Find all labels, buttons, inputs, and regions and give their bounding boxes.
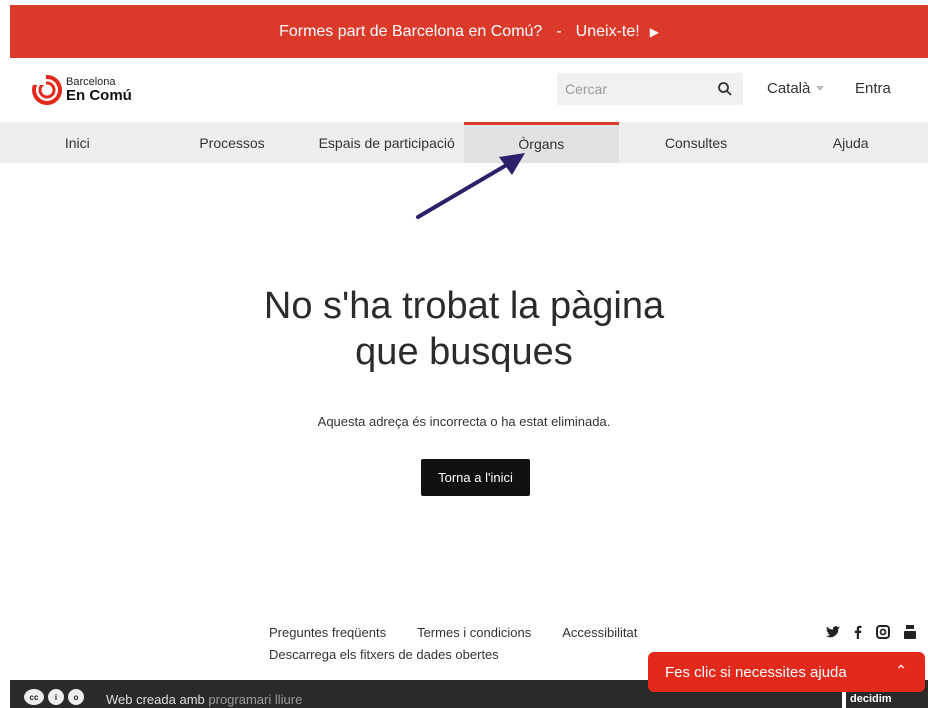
nav-item-consultes[interactable]: Consultes — [619, 122, 774, 163]
youtube-icon[interactable] — [904, 625, 916, 639]
banner-text: Formes part de Barcelona en Comú? — [279, 22, 543, 40]
nav-item-inici[interactable]: Inici — [0, 122, 155, 163]
chevron-down-icon — [816, 86, 825, 91]
footer-link-open-data[interactable]: Descarrega els fitxers de dades obertes — [269, 647, 499, 662]
title-line1: No s'ha trobat la pàgina — [263, 285, 665, 327]
nav-item-espais[interactable]: Espais de participació — [309, 122, 464, 163]
facebook-icon[interactable] — [854, 625, 862, 639]
creative-commons-badge[interactable]: cc i o — [24, 689, 88, 705]
banner-separator: - — [556, 22, 562, 40]
logo-line2: En Comú — [66, 87, 132, 104]
twitter-icon[interactable] — [826, 626, 840, 638]
search-input[interactable] — [557, 80, 717, 98]
share-alike-icon: o — [68, 689, 84, 705]
footer-link-faq[interactable]: Preguntes freqüents — [269, 625, 386, 640]
attribution-icon: i — [48, 689, 64, 705]
instagram-icon[interactable] — [876, 625, 890, 639]
decidim-logo[interactable]: decidim — [842, 690, 928, 708]
join-banner[interactable]: Formes part de Barcelona en Comú? - Unei… — [10, 5, 928, 58]
decidim-mark-icon — [842, 690, 846, 708]
decidim-label: decidim — [850, 693, 892, 705]
footer-link-terms[interactable]: Termes i condicions — [417, 625, 531, 640]
cc-icon: cc — [24, 689, 44, 705]
site-logo[interactable]: Barcelona En Comú — [32, 75, 132, 105]
social-links — [826, 625, 928, 639]
search-box — [557, 73, 743, 105]
footer-link-accessibility[interactable]: Accessibilitat — [562, 625, 637, 640]
play-icon: ▶ — [649, 24, 659, 39]
page-subtitle: Aquesta adreça és incorrecta o ha estat … — [317, 414, 611, 429]
logo-icon — [32, 75, 62, 105]
nav-item-processos[interactable]: Processos — [155, 122, 310, 163]
banner-cta[interactable]: Uneix-te! — [576, 23, 640, 41]
help-widget-text: Fes clic si necessites ajuda — [665, 663, 847, 681]
language-label: Català — [767, 80, 811, 97]
made-with-text: Web creada amb programari lliure — [106, 692, 302, 707]
home-button[interactable]: Torna a l'inici — [421, 459, 530, 496]
help-widget-button[interactable]: Fes clic si necessites ajuda ⌃ — [648, 652, 925, 692]
title-line2: que busques — [355, 331, 573, 373]
free-software-link[interactable]: programari lliure — [208, 692, 302, 707]
search-icon[interactable] — [717, 81, 733, 97]
footer-links: Preguntes freqüents Termes i condicions … — [269, 625, 668, 662]
nav-item-ajuda[interactable]: Ajuda — [773, 122, 928, 163]
site-header: Barcelona En Comú Català Entra — [0, 58, 928, 122]
chevron-up-icon: ⌃ — [895, 662, 907, 678]
language-selector[interactable]: Català — [767, 80, 825, 97]
nav-item-organs[interactable]: Òrgans — [464, 122, 619, 163]
login-link[interactable]: Entra — [855, 80, 891, 97]
main-nav: Inici Processos Espais de participació Ò… — [0, 122, 928, 163]
page-title: No s'ha trobat la pàgina que busques — [0, 283, 928, 375]
made-with-label: Web creada amb — [106, 692, 205, 707]
